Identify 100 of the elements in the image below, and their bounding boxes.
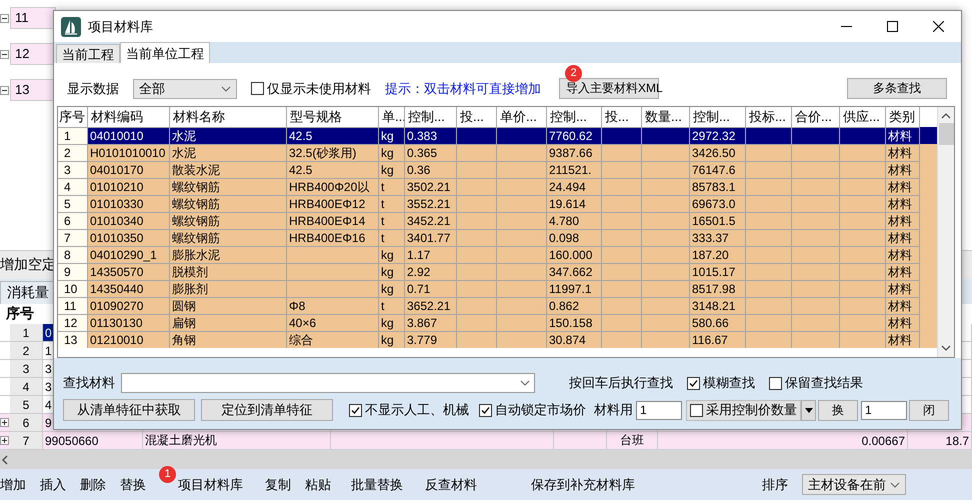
- table-row[interactable]: 11 01090270 圆钢 Φ8 t 3652.21 0.862 3148.21 材料: [58, 297, 937, 314]
- table-cell: 0.36: [407, 163, 430, 177]
- table-cell: 3: [45, 380, 52, 394]
- table-cell: 3452.21: [407, 214, 450, 228]
- option-checkbox[interactable]: 不显示人工、机械: [349, 401, 469, 419]
- column-header[interactable]: 控制...: [690, 107, 746, 127]
- row-number: 9: [58, 263, 88, 280]
- column-header[interactable]: 单价...: [497, 107, 547, 127]
- close-dialog-button[interactable]: 闭: [909, 400, 949, 420]
- column-header[interactable]: 型号规格: [287, 107, 379, 127]
- tab[interactable]: 当前工程: [56, 44, 120, 63]
- table-cell: 9387.66: [549, 146, 592, 160]
- horizontal-scrollbar[interactable]: [0, 450, 972, 469]
- toolbar-button[interactable]: 反查材料: [418, 476, 484, 494]
- usage-label: 材料用: [594, 401, 633, 419]
- column-header[interactable]: 合价...: [792, 107, 840, 127]
- row-number: 7: [58, 229, 88, 246]
- table-cell: kg: [381, 333, 394, 347]
- dropdown-button[interactable]: [801, 400, 816, 420]
- replace-button[interactable]: 换: [818, 400, 858, 420]
- table-row[interactable]: 3 04010170 散装水泥 42.5 kg 0.36 211521. 76147.6 材料: [58, 161, 937, 178]
- tab[interactable]: 当前单位工程: [120, 42, 210, 63]
- sort-dropdown[interactable]: 主材设备在前: [802, 474, 906, 495]
- table-cell: Φ8: [289, 299, 306, 313]
- toolbar-button[interactable]: 增加: [0, 476, 33, 494]
- table-cell: 材料: [888, 247, 912, 263]
- table-cell: 8517.98: [692, 282, 736, 296]
- table-cell: H0101010010: [90, 146, 166, 160]
- display-data-dropdown[interactable]: 全部: [133, 78, 237, 98]
- tree-node[interactable]: 11: [10, 7, 56, 29]
- scrollbar-thumb[interactable]: [938, 123, 954, 145]
- table-row[interactable]: 8 04010290_1 膨胀水泥 kg 1.17 160.000 187.20 材料: [58, 246, 937, 263]
- option-checkbox[interactable]: 自动锁定市场价: [479, 401, 586, 419]
- table-cell: 40×6: [289, 316, 316, 330]
- scroll-up-icon[interactable]: [941, 113, 951, 119]
- table-row[interactable]: 9 14350570 脱模剂 kg 2.92 347.662 1015.17 材料: [58, 263, 937, 280]
- scroll-left-icon[interactable]: [1, 454, 9, 464]
- table-cell: 04010170: [90, 163, 144, 177]
- use-control-checkbox[interactable]: 采用控制价数量: [686, 400, 801, 420]
- column-header[interactable]: 投...: [457, 107, 497, 127]
- row-number: 3: [10, 360, 43, 377]
- table-cell: 螺纹钢筋: [172, 213, 220, 229]
- table-cell: 3426.50: [692, 146, 736, 160]
- table-cell: 角钢: [172, 332, 196, 348]
- column-header[interactable]: 数量...: [642, 107, 690, 127]
- toolbar-button[interactable]: 保存到补充材料库: [524, 476, 642, 494]
- table-row[interactable]: 13 01210010 角钢 综合 kg 3.779 30.874 116.67 材料: [58, 331, 937, 348]
- chevron-down-icon: [221, 86, 231, 92]
- table-cell: t: [381, 299, 384, 313]
- table-row[interactable]: 7 01010350 螺纹钢筋 HRB400EΦ16 t 3401.77 0.098 333.37 材料: [58, 229, 937, 246]
- usage-input[interactable]: 1: [636, 400, 682, 420]
- table-row[interactable]: 10 14350440 膨胀剂 kg 0.71 11997.1 8517.98 材料: [58, 280, 937, 297]
- table-row[interactable]: 7 99050660 混凝土磨光机 台班 0.00667 18.7: [0, 432, 972, 450]
- locate-features-button[interactable]: 定位到清单特征: [201, 399, 333, 421]
- get-from-features-button[interactable]: 从清单特征中获取: [63, 399, 195, 421]
- tree-expander-icon[interactable]: [0, 86, 9, 94]
- toolbar-button[interactable]: 批量替换: [344, 476, 410, 494]
- column-header[interactable]: 类别: [886, 107, 920, 127]
- table-cell: 42.5: [289, 129, 312, 143]
- tree-expander-icon[interactable]: [0, 14, 9, 22]
- column-header[interactable]: 材料编码: [88, 107, 170, 127]
- table-row[interactable]: 12 01130130 扁钢 40×6 kg 3.867 150.158 580.66 材料: [58, 314, 937, 331]
- table-cell: HRB400EΦ16: [289, 231, 366, 245]
- row-expander-icon[interactable]: [0, 436, 9, 445]
- column-header[interactable]: 控制...: [405, 107, 457, 127]
- tree-expander-icon[interactable]: [0, 50, 9, 58]
- table-row[interactable]: 6 01010340 螺纹钢筋 HRB400EΦ14 t 3452.21 4.780 16501.5 材料: [58, 212, 937, 229]
- unused-only-checkbox[interactable]: 仅显示未使用材料: [251, 80, 371, 98]
- vertical-scrollbar[interactable]: [937, 107, 954, 357]
- column-header[interactable]: 控制...: [547, 107, 602, 127]
- table-row[interactable]: 4 01010210 螺纹钢筋 HRB400Φ20以 t 3502.21 24.494 85783.1 材料: [58, 178, 937, 195]
- table-cell: kg: [381, 146, 394, 160]
- column-header[interactable]: 供应...: [840, 107, 886, 127]
- multi-search-button[interactable]: 多条查找: [847, 78, 947, 99]
- scroll-down-icon[interactable]: [941, 345, 951, 351]
- table-row[interactable]: 5 01010330 螺纹钢筋 HRB400EΦ12 t 3552.21 19.614 69673.0 材料: [58, 195, 937, 212]
- search-option-checkbox[interactable]: 模糊查找: [687, 374, 755, 392]
- tab[interactable]: 消耗量: [0, 281, 56, 304]
- search-field[interactable]: [121, 373, 535, 393]
- table-row[interactable]: 2 H0101010010 水泥 32.5(砂浆用) kg 0.365 9387.66 3426.50 材料: [58, 144, 937, 161]
- count-input[interactable]: 1: [861, 400, 907, 420]
- table-row[interactable]: 1 04010010 水泥 42.5 kg 0.383 7760.62 2972.32 材料: [58, 127, 937, 144]
- table-cell: 01130130: [90, 316, 142, 330]
- toolbar-button[interactable]: 粘贴: [298, 476, 338, 494]
- column-header[interactable]: 投标...: [746, 107, 792, 127]
- table-cell: 3652.21: [407, 299, 450, 313]
- table-cell: 04010010: [90, 129, 144, 143]
- column-header[interactable]: 材料名称: [170, 107, 287, 127]
- table-cell: 24.494: [549, 180, 586, 194]
- toolbar-button[interactable]: 插入: [33, 476, 73, 494]
- row-expander-icon[interactable]: [0, 418, 9, 427]
- tree-node[interactable]: 13: [10, 79, 56, 101]
- toolbar-button[interactable]: 复制: [258, 476, 298, 494]
- search-option-checkbox[interactable]: 保留查找结果: [769, 374, 863, 392]
- toolbar-button[interactable]: 删除: [73, 476, 113, 494]
- table-cell: 30.874: [549, 333, 586, 347]
- column-header[interactable]: 投...: [602, 107, 642, 127]
- toolbar-button[interactable]: 替换: [113, 476, 153, 494]
- table-cell: 42.5: [289, 163, 312, 177]
- tree-node[interactable]: 12: [10, 43, 56, 65]
